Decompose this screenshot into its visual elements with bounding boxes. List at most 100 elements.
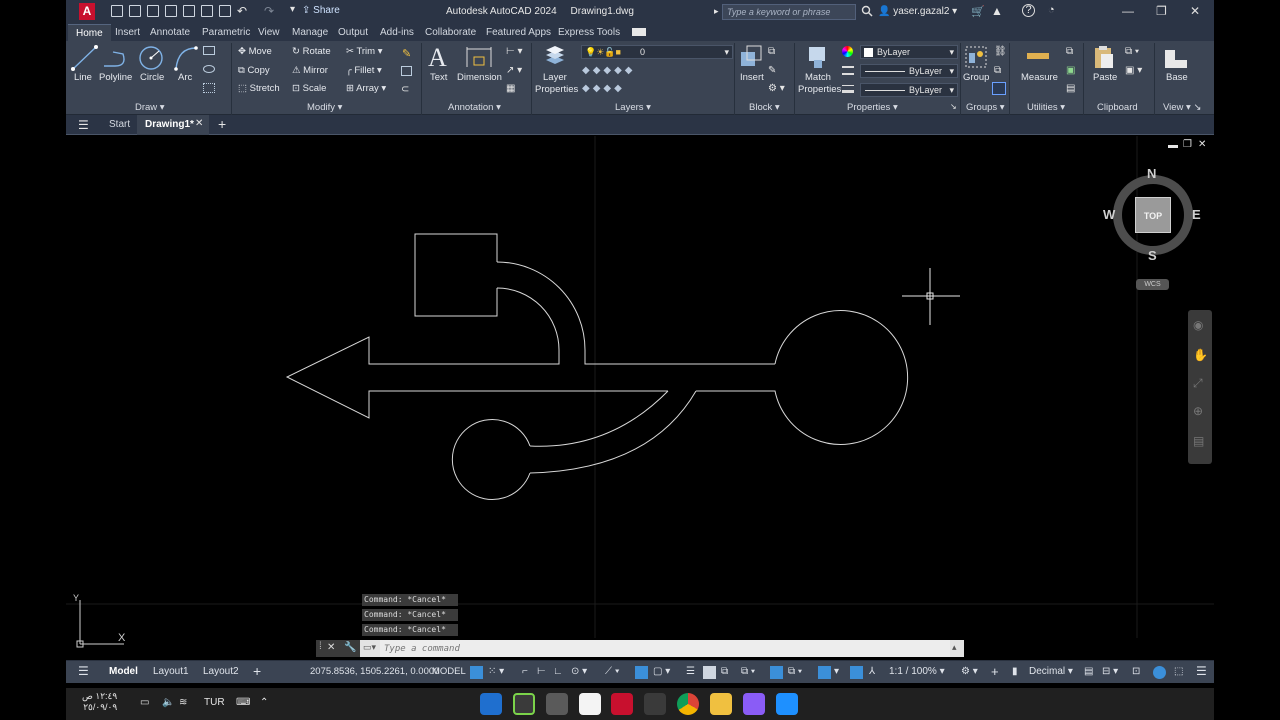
viewport-minimize-icon[interactable]: ▬ (1168, 140, 1178, 151)
base-view-icon[interactable] (1163, 46, 1189, 70)
layer-tools-row1-icons[interactable]: ◆◆◆◆◆ (582, 65, 635, 76)
color-wheel-icon[interactable] (842, 46, 853, 57)
isolate-objects-icon[interactable]: ⊡ (1132, 666, 1140, 677)
color-dropdown[interactable]: ByLayer ▾ (860, 45, 958, 59)
usb-arrow-shaft[interactable] (285, 287, 668, 419)
usb-big-circle[interactable] (696, 310, 909, 445)
plot-icon[interactable] (219, 5, 231, 17)
create-block-icon[interactable]: ⧉ (768, 46, 775, 57)
steering-wheel-icon[interactable]: ◉ (1193, 318, 1203, 332)
match-properties-icon[interactable] (806, 44, 830, 70)
stretch-button[interactable]: ⬚ Stretch (238, 83, 280, 94)
linetype-icon[interactable] (842, 66, 854, 75)
infer-constraints-icon[interactable]: ⌐ (522, 666, 528, 677)
annotation-visibility-icon[interactable] (850, 666, 863, 679)
gizmo-dropdown-icon[interactable]: ▾ (834, 666, 839, 677)
paste-label[interactable]: Paste (1093, 72, 1117, 83)
polyline-icon[interactable] (101, 44, 131, 72)
3d-object-snap-icon[interactable]: ⧉ ▾ (741, 666, 755, 677)
tab-featured-apps[interactable]: Featured Apps (486, 27, 551, 38)
calculator-icon[interactable]: ▤ (1066, 83, 1075, 94)
autocad-logo-icon[interactable]: A (79, 3, 95, 20)
clipboard-panel-title[interactable]: Clipboard (1097, 102, 1138, 113)
fillet-button[interactable]: ╭ Fillet ▾ (346, 65, 382, 76)
layer-tools-row2-icons[interactable]: ◆◆◆◆ (582, 83, 625, 94)
ungroup-icon[interactable]: ⛓ (994, 46, 1007, 57)
input-language[interactable]: TUR (204, 697, 225, 708)
paste-icon[interactable] (1092, 44, 1116, 70)
units-icon[interactable]: ▮ (1012, 666, 1018, 677)
dynamic-ucs-icon[interactable] (770, 666, 783, 679)
clean-screen-icon[interactable]: ⬚ (1174, 666, 1183, 677)
usb-symbol-drawing[interactable] (285, 233, 909, 500)
orbit-icon[interactable]: ⊕ (1193, 404, 1203, 418)
arc-label[interactable]: Arc (178, 72, 192, 83)
dimension-label[interactable]: Dimension (457, 72, 502, 83)
close-window-icon[interactable]: ✕ (1190, 4, 1200, 18)
draw-panel-title[interactable]: Draw ▾ (135, 102, 165, 113)
selection-cycling-icon[interactable]: ⧉ (721, 666, 728, 677)
rectangle-icon[interactable] (203, 46, 215, 55)
tab-output[interactable]: Output (338, 27, 368, 38)
redo-icon[interactable]: ↷ (264, 4, 274, 18)
cut-icon[interactable]: ⧉ ▾ (1125, 46, 1139, 57)
grid-toggle-icon[interactable] (470, 666, 483, 679)
close-tab-icon[interactable]: ✕ (195, 118, 203, 129)
panel-launcher-icon[interactable]: ↘ (950, 102, 957, 111)
block-panel-title[interactable]: Block ▾ (749, 102, 780, 113)
layer-properties-label-line2[interactable]: Properties (535, 84, 578, 95)
viewport-restore-icon[interactable]: ❐ (1183, 139, 1192, 150)
object-snap-icon[interactable]: ▢ ▾ (653, 666, 670, 677)
group-icon[interactable] (964, 45, 988, 71)
save-web-icon[interactable] (201, 5, 213, 17)
viewport-close-icon[interactable]: ✕ (1198, 139, 1206, 150)
cart-icon[interactable]: 🛒 (971, 5, 985, 18)
group-selection-icon[interactable] (992, 82, 1006, 95)
edit-block-icon[interactable]: ✎ (768, 65, 776, 76)
save-icon[interactable] (147, 5, 159, 17)
maximize-icon[interactable]: ❐ (1156, 4, 1167, 18)
search-input[interactable]: Type a keyword or phrase (722, 4, 856, 20)
save-as-icon[interactable] (165, 5, 177, 17)
circle-icon[interactable] (137, 44, 165, 72)
taskbar-app-icon[interactable] (546, 693, 568, 715)
match-label-line2[interactable]: Properties (798, 84, 841, 95)
copy-clip-icon[interactable]: ▣ ▾ (1125, 65, 1142, 76)
leader-icon[interactable]: ⊢ ▾ (506, 46, 523, 57)
lineweight-display-icon[interactable]: ☰ (686, 666, 695, 677)
recent-commands-icon[interactable]: ▭▾ (363, 642, 376, 653)
arc-icon[interactable] (172, 44, 200, 72)
groups-panel-title[interactable]: Groups ▾ (966, 102, 1005, 113)
insert-block-icon[interactable] (739, 44, 763, 70)
taskbar-capcut-icon[interactable] (579, 693, 601, 715)
tab-parametric[interactable]: Parametric (202, 27, 250, 38)
open-web-icon[interactable] (183, 5, 195, 17)
new-tab-icon[interactable]: + (218, 116, 226, 132)
taskbar-file-explorer-icon[interactable] (710, 693, 732, 715)
minimize-icon[interactable]: — (1122, 4, 1134, 18)
units-dropdown[interactable]: Decimal ▾ (1029, 666, 1073, 677)
command-input[interactable] (380, 640, 950, 657)
tab-drawing1[interactable]: Drawing1* ✕ (137, 115, 209, 135)
command-expand-icon[interactable]: ▴ (952, 642, 957, 653)
line-icon[interactable] (70, 44, 100, 72)
polar-tracking-icon[interactable]: ⊙ ▾ (571, 666, 587, 677)
undo-icon[interactable]: ↶ (237, 4, 247, 18)
linetype-dropdown[interactable]: ByLayer ▾ (860, 64, 958, 78)
explode-icon[interactable] (401, 66, 412, 76)
offset-icon[interactable]: ⊂ (401, 84, 409, 95)
select-all-icon[interactable]: ▣ (1066, 65, 1075, 76)
scale-button[interactable]: ⊡ Scale (292, 83, 326, 94)
gizmo-icon[interactable] (818, 666, 831, 679)
wifi-icon[interactable]: ≋ (179, 697, 187, 708)
annotation-panel-title[interactable]: Annotation ▾ (448, 102, 501, 113)
isodraft-icon[interactable]: ⟋ ▾ (605, 666, 620, 677)
showmotion-icon[interactable]: ▤ (1193, 434, 1204, 448)
snap-mode-icon[interactable]: ⁙ ▾ (488, 666, 504, 677)
compass-north[interactable]: N (1147, 166, 1156, 181)
usb-lower-branch-outer[interactable] (529, 390, 697, 474)
tab-model[interactable]: Model (109, 666, 138, 677)
utilities-panel-title[interactable]: Utilities ▾ (1027, 102, 1065, 113)
share-button[interactable]: ⇪ Share (302, 5, 340, 16)
search-expand-icon[interactable]: ▸ (714, 6, 719, 17)
